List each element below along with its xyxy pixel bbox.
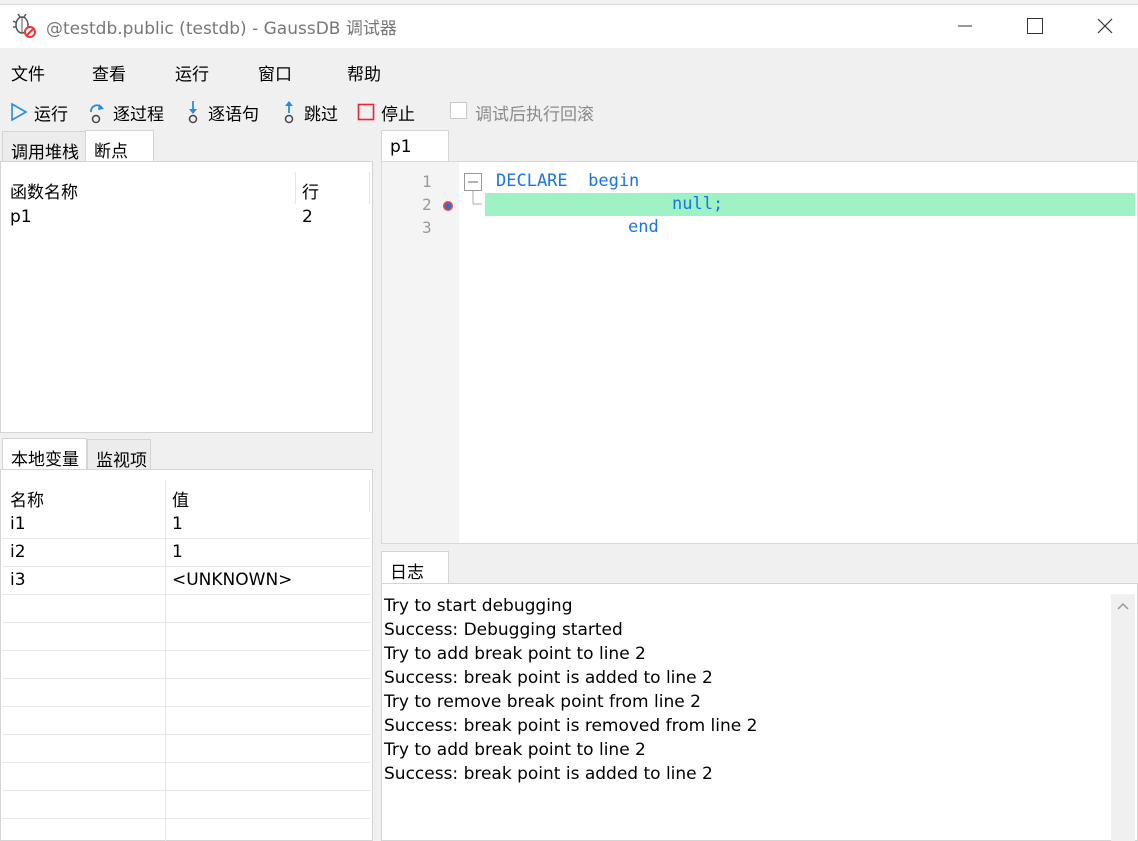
column-divider — [295, 172, 296, 204]
column-divider — [369, 480, 370, 512]
tab-call-stack[interactable]: 调用堆栈 — [2, 131, 86, 163]
row-divider — [3, 762, 370, 763]
step-over-icon — [90, 104, 104, 124]
maximize-icon — [1027, 18, 1043, 34]
variable-value-cell[interactable]: 1 — [172, 514, 183, 534]
tab-editor-p1[interactable]: p1 — [381, 130, 449, 162]
row-divider — [3, 706, 370, 707]
menu-run[interactable]: 运行 — [175, 60, 209, 85]
rollback-checkbox[interactable] — [450, 102, 467, 119]
log-line: Try to add break point to line 2 — [384, 644, 646, 664]
column-header-name: 名称 — [10, 491, 44, 511]
variable-name-cell[interactable]: i1 — [10, 514, 26, 534]
tab-log[interactable]: 日志 — [381, 551, 449, 584]
step-into-icon — [188, 101, 198, 124]
variable-value-cell[interactable]: 1 — [172, 542, 183, 562]
run-button[interactable]: 运行 — [10, 98, 68, 126]
breakpoint-line-cell[interactable]: 2 — [302, 207, 313, 227]
close-icon — [1097, 18, 1113, 34]
close-button[interactable] — [1082, 8, 1128, 44]
row-divider — [3, 678, 370, 679]
stop-label: 停止 — [381, 104, 415, 125]
code-line-3: end — [628, 217, 659, 237]
line-number: 1 — [422, 172, 432, 191]
log-line: Success: break point is added to line 2 — [384, 668, 713, 688]
row-divider — [3, 622, 370, 623]
menu-window[interactable]: 窗口 — [258, 60, 292, 85]
scroll-up-icon[interactable] — [1111, 594, 1135, 618]
stop-button[interactable]: 停止 — [357, 98, 415, 126]
window-title: @testdb.public (testdb) - GaussDB 调试器 — [46, 19, 397, 39]
play-icon — [11, 102, 28, 122]
minimize-icon — [958, 25, 972, 27]
fold-collapse-icon[interactable] — [463, 172, 483, 212]
row-divider — [3, 538, 370, 539]
log-scrollbar[interactable] — [1111, 594, 1135, 841]
row-divider — [3, 790, 370, 791]
breakpoint-function-cell[interactable]: p1 — [10, 207, 32, 227]
minimize-button[interactable] — [942, 8, 988, 44]
variable-value-cell[interactable]: <UNKNOWN> — [172, 570, 292, 590]
column-divider — [165, 480, 166, 841]
tab-breakpoints[interactable]: 断点 — [85, 130, 154, 162]
current-line-highlight — [485, 193, 1135, 216]
menu-bar — [0, 48, 1138, 92]
row-divider — [3, 566, 370, 567]
step-out-label: 跳过 — [304, 104, 338, 125]
variable-name-cell[interactable]: i2 — [10, 542, 26, 562]
code-editor[interactable] — [381, 161, 1138, 544]
menu-help[interactable]: 帮助 — [347, 60, 381, 85]
tab-local-variables[interactable]: 本地变量 — [2, 438, 87, 470]
column-header-value: 值 — [172, 491, 189, 511]
line-number: 3 — [422, 218, 432, 237]
step-out-icon — [284, 101, 294, 124]
step-into-label: 逐语句 — [208, 104, 259, 125]
maximize-button[interactable] — [1012, 8, 1058, 44]
row-divider — [3, 818, 370, 819]
column-header-line: 行 — [302, 183, 319, 203]
breakpoint-marker-icon[interactable] — [442, 197, 454, 211]
log-line: Success: break point is added to line 2 — [384, 764, 713, 784]
log-line: Try to add break point to line 2 — [384, 740, 646, 760]
step-into-button[interactable]: 逐语句 — [184, 98, 259, 126]
step-over-label: 逐过程 — [113, 104, 164, 125]
background-window-strip — [0, 0, 1138, 5]
code-line-2: null; — [672, 194, 724, 214]
rollback-label: 调试后执行回滚 — [475, 105, 594, 125]
stop-icon — [357, 103, 375, 121]
column-header-function: 函数名称 — [10, 183, 78, 203]
step-out-button[interactable]: 跳过 — [280, 98, 338, 126]
tab-watch[interactable]: 监视项 — [87, 439, 151, 471]
menu-file[interactable]: 文件 — [11, 60, 45, 85]
log-line: Try to remove break point from line 2 — [384, 692, 701, 712]
variable-name-cell[interactable]: i3 — [10, 570, 26, 590]
line-number: 2 — [422, 195, 432, 214]
variables-table — [0, 469, 373, 841]
step-over-button[interactable]: 逐过程 — [87, 98, 164, 126]
editor-gutter — [382, 162, 459, 543]
log-line: Success: break point is removed from lin… — [384, 716, 758, 736]
run-label: 运行 — [34, 104, 68, 125]
row-divider — [3, 734, 370, 735]
log-line: Try to start debugging — [384, 596, 573, 616]
column-divider — [369, 172, 370, 204]
code-line-1: DECLARE begin — [496, 171, 640, 191]
menu-view[interactable]: 查看 — [92, 60, 126, 85]
log-line: Success: Debugging started — [384, 620, 623, 640]
row-divider — [3, 594, 370, 595]
row-divider — [3, 650, 370, 651]
bug-app-icon — [12, 12, 36, 38]
